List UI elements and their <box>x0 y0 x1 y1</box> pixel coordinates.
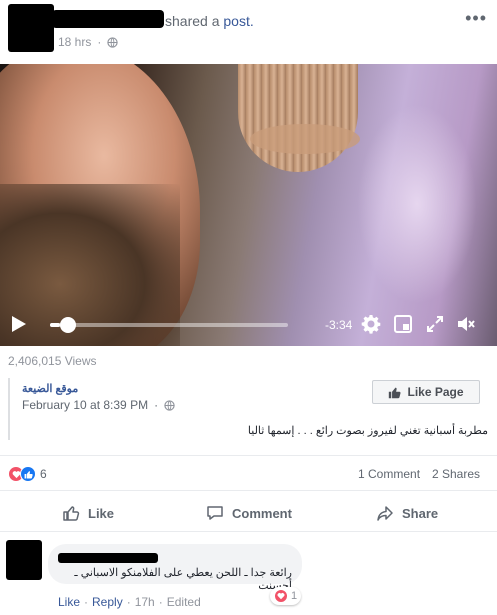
comment-sep: · <box>84 595 89 609</box>
share-count-link[interactable]: 2 Shares <box>432 467 480 481</box>
reaction-count: 6 <box>40 467 47 481</box>
reactions-summary: 6 1 Comment 2 Shares <box>0 455 497 491</box>
shared-meta-sep: · <box>154 398 159 412</box>
gear-icon[interactable] <box>361 314 381 334</box>
thumbs-up-icon <box>389 387 402 398</box>
post-actions: Like Comment Share <box>0 496 497 532</box>
comment-bubble: رائعة جدا ـ اللحن يعطي على الفلامنكو الا… <box>48 544 302 592</box>
post-link[interactable]: post. <box>223 13 253 29</box>
shared-prefix: shared a <box>165 13 220 29</box>
reaction-icons[interactable]: 6 <box>8 466 47 482</box>
share-button-label: Share <box>402 505 439 521</box>
shared-post-meta: February 10 at 8:39 PM · <box>22 398 175 412</box>
share-button[interactable]: Share <box>376 504 438 522</box>
shared-post-box: موقع الضيعة February 10 at 8:39 PM · Lik… <box>8 378 488 440</box>
shared-post-date[interactable]: February 10 at 8:39 PM <box>22 398 148 412</box>
redacted-commenter-avatar[interactable] <box>6 540 42 580</box>
comment-sep: · <box>126 595 131 609</box>
comment-sep: · <box>158 595 163 609</box>
redacted-author-name[interactable] <box>52 10 164 28</box>
post-meta-sep: · <box>97 35 102 49</box>
fullscreen-icon[interactable] <box>425 314 445 334</box>
thumbs-up-icon <box>63 506 80 521</box>
comment-text: رائعة جدا ـ اللحن يعطي على الفلامنكو الا… <box>74 567 292 592</box>
video-frame-microphone <box>238 64 358 172</box>
globe-icon <box>107 36 119 48</box>
share-arrow-icon <box>377 506 393 521</box>
comment-reaction-count: 1 <box>291 590 298 602</box>
like-page-label: Like Page <box>407 385 464 399</box>
shared-post-caption: مطربة أسبانية تغني لفيروز بصوت رائع . . … <box>247 425 488 437</box>
video-controls: -3:34 <box>0 304 497 342</box>
comment-time[interactable]: 17h <box>135 595 155 609</box>
comment-like-link[interactable]: Like <box>58 595 80 609</box>
post-header: shared a post. 18 hrs · ••• <box>0 0 497 64</box>
shared-post-text: shared a post. <box>165 13 254 29</box>
video-scrubber[interactable] <box>50 323 288 327</box>
video-frame-bokeh <box>357 104 477 304</box>
comment-count-link[interactable]: 1 Comment <box>358 467 420 481</box>
more-options-icon[interactable]: ••• <box>465 8 487 29</box>
like-page-button[interactable]: Like Page <box>372 380 480 404</box>
picture-in-picture-icon[interactable] <box>393 314 413 334</box>
video-frame-microphone-ring <box>250 124 360 154</box>
shared-page-name[interactable]: موقع الضيعة <box>22 382 78 395</box>
comment-button[interactable]: Comment <box>206 504 292 522</box>
like-button[interactable]: Like <box>62 504 114 522</box>
play-icon[interactable] <box>12 316 26 332</box>
comment-meta: Like · Reply · 17h · Edited <box>58 595 201 609</box>
like-button-label: Like <box>88 505 115 521</box>
video-scrubber-handle[interactable] <box>59 317 76 333</box>
video-time-remaining: -3:34 <box>325 318 353 332</box>
comment-edited[interactable]: Edited <box>167 595 201 609</box>
view-count: 2,406,015 Views <box>8 354 97 368</box>
redacted-avatar[interactable] <box>8 4 54 52</box>
like-reaction-icon <box>20 466 36 482</box>
globe-icon <box>164 399 175 411</box>
love-reaction-icon <box>274 589 288 603</box>
post-time[interactable]: 18 hrs <box>58 35 91 49</box>
comment-reply-link[interactable]: Reply <box>92 595 123 609</box>
comment-reaction-badge[interactable]: 1 <box>270 587 302 605</box>
mute-icon[interactable] <box>456 314 476 334</box>
comment-icon <box>207 506 223 520</box>
redacted-commenter-name[interactable] <box>58 553 158 563</box>
comment-button-label: Comment <box>232 505 292 521</box>
video-progress-fill <box>50 323 60 327</box>
comment-item: رائعة جدا ـ اللحن يعطي على الفلامنكو الا… <box>0 538 497 615</box>
post-meta: 18 hrs · <box>58 35 119 49</box>
